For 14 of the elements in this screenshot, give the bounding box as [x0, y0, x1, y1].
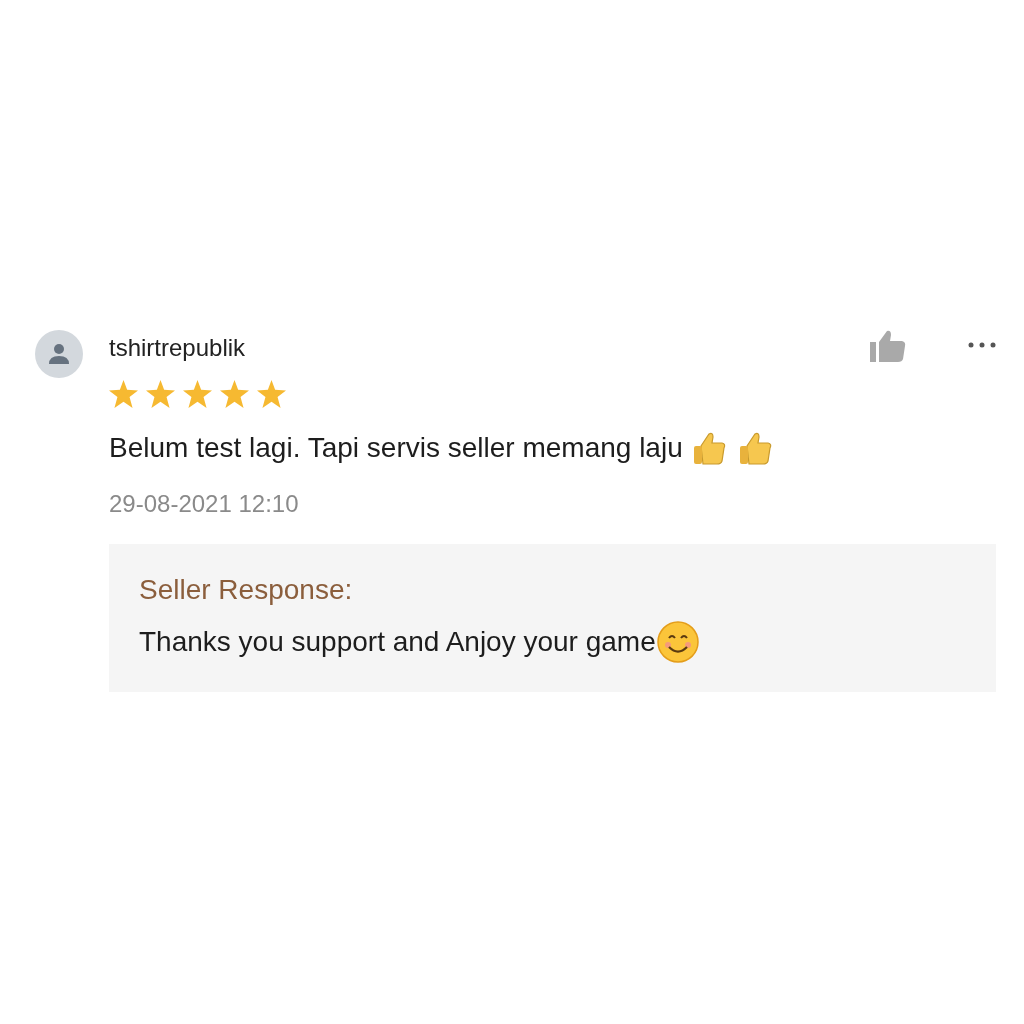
username: tshirtrepublik	[109, 334, 247, 362]
seller-response-label: Seller Response:	[139, 574, 354, 606]
smiling-face-icon	[655, 620, 700, 664]
star-icon	[109, 380, 138, 408]
more-options-icon[interactable]	[968, 342, 996, 348]
thumbs-up-icon[interactable]	[870, 330, 906, 362]
star-icon	[220, 380, 249, 408]
seller-response-text: Thanks you support and Anjoy your game	[139, 626, 656, 658]
star-icon	[146, 380, 175, 408]
star-icon	[183, 380, 212, 408]
star-icon	[257, 380, 286, 408]
review-text: Belum test lagi. Tapi servis seller memang laju	[109, 432, 683, 464]
review-date: 29-08-2021 12:10	[109, 490, 300, 518]
person-icon	[47, 342, 71, 366]
